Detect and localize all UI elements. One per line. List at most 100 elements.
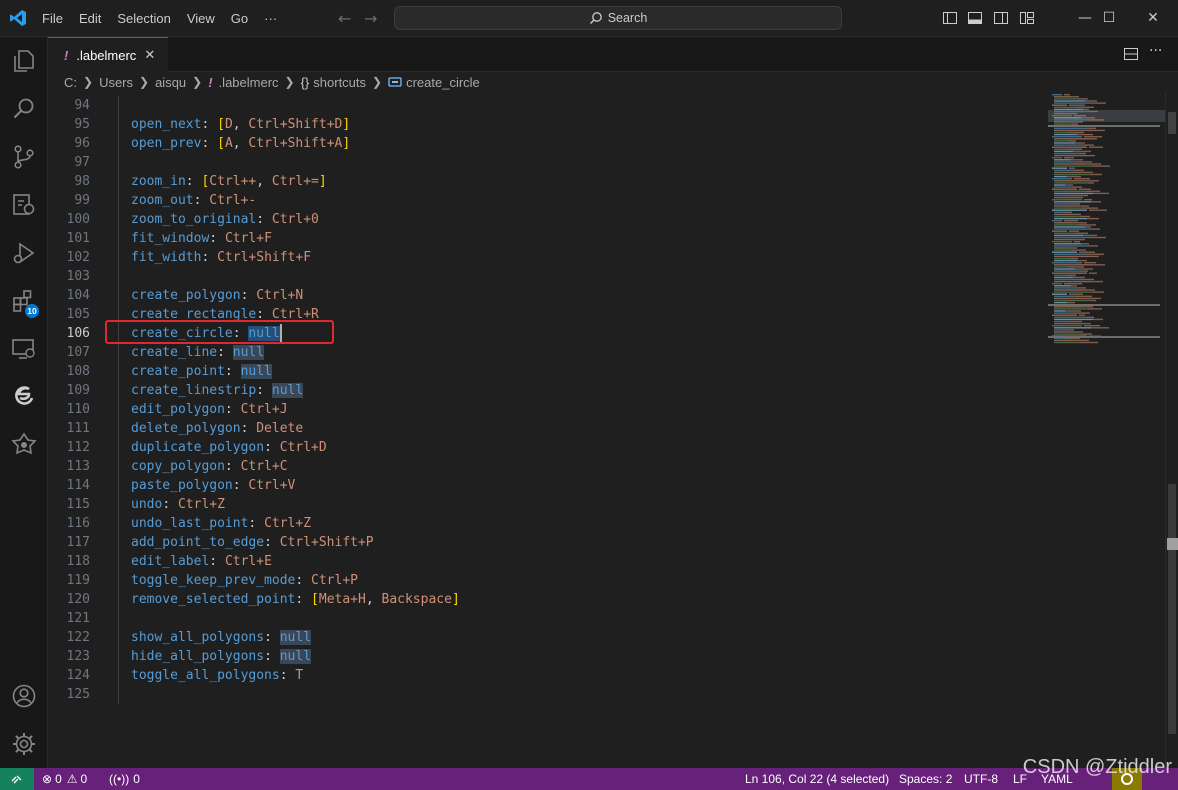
indentation[interactable]: Spaces: 2 <box>899 768 952 790</box>
search-view-button[interactable] <box>0 85 48 133</box>
split-editor-icon[interactable] <box>1123 46 1139 62</box>
encoding[interactable]: UTF-8 <box>964 768 998 790</box>
code-text: remove_selected_point: [Meta+H, Backspac… <box>131 590 460 609</box>
minimap-line <box>1090 173 1102 176</box>
yaml-key: hide_all_polygons <box>131 649 265 664</box>
yaml-key: edit_polygon <box>131 402 225 417</box>
accounts-button[interactable] <box>0 672 48 720</box>
toggle-sidebar-icon[interactable] <box>942 10 958 26</box>
yaml-value: null <box>271 383 304 398</box>
minimap-line <box>1054 238 1067 241</box>
menu-view[interactable]: View <box>179 11 223 26</box>
minimap-line <box>1077 196 1083 199</box>
minimap-line <box>1069 230 1079 232</box>
minimap-line <box>1054 274 1066 276</box>
remote-indicator[interactable] <box>0 768 34 790</box>
extensions-button[interactable]: 10 <box>0 277 48 325</box>
toggle-panel-icon[interactable] <box>967 10 983 26</box>
minimap-line <box>1054 226 1085 228</box>
copilot-button[interactable] <box>0 373 48 421</box>
minimap-line <box>1054 196 1077 199</box>
problems-indicator[interactable]: ⊗ 0 ⚠ 0 <box>42 768 87 790</box>
chevron-right-icon: ❯ <box>192 75 203 89</box>
ports-indicator[interactable]: ((•)) 0 <box>109 768 140 790</box>
minimap-line <box>1082 207 1098 209</box>
code-editor[interactable]: 94 95 open_next: [D, Ctrl+Shift+D] 96 open_p… <box>48 92 1178 768</box>
minimap-line <box>1074 178 1090 180</box>
minimap-selection-marker <box>1048 125 1160 127</box>
tab-close-icon[interactable]: ✕ <box>144 47 155 63</box>
minimap-selection-marker <box>1048 336 1160 338</box>
indent-guide <box>118 134 119 153</box>
tab-labelmerc[interactable]: ! .labelmerc ✕ <box>48 37 168 72</box>
warning-icon: ⚠ <box>66 772 78 786</box>
minimap-line <box>1065 121 1083 123</box>
forward-arrow-icon[interactable]: → <box>364 9 377 28</box>
breadcrumb-drive[interactable]: C: <box>64 75 77 90</box>
toggle-secondary-sidebar-icon[interactable] <box>993 10 1009 26</box>
breadcrumb-aisqu[interactable]: aisqu <box>155 75 186 90</box>
minimap-line <box>1054 215 1080 218</box>
back-arrow-icon[interactable]: ← <box>338 9 351 28</box>
menu-go[interactable]: Go <box>223 11 256 26</box>
vertical-scrollbar[interactable] <box>1165 92 1178 768</box>
menu-file[interactable]: File <box>34 11 71 26</box>
yaml-value: Ctrl+P <box>311 573 358 588</box>
remote-window-button[interactable] <box>0 325 48 373</box>
cursor-position[interactable]: Ln 106, Col 22 (4 selected) <box>745 768 889 790</box>
minimap-line <box>1054 96 1071 98</box>
menu-edit[interactable]: Edit <box>71 11 109 26</box>
code-text: paste_polygon: Ctrl+V <box>131 476 295 495</box>
maximize-button[interactable]: ☐ <box>1086 0 1132 36</box>
settings-button[interactable] <box>0 720 48 768</box>
search-box[interactable]: Search <box>394 6 842 30</box>
chevron-right-icon: ❯ <box>284 75 295 89</box>
breadcrumb-file[interactable]: .labelmerc <box>219 75 279 90</box>
customize-layout-icon[interactable] <box>1019 10 1035 26</box>
colon: : <box>217 345 233 360</box>
line-number: 102 <box>66 250 90 265</box>
minimap-line <box>1054 117 1081 119</box>
run-debug-button[interactable] <box>0 229 48 277</box>
menu-selection[interactable]: Selection <box>109 11 178 26</box>
breadcrumb-users[interactable]: Users <box>99 75 133 90</box>
yaml-value: Ctrl+V <box>248 478 296 493</box>
minimap-line <box>1054 245 1088 247</box>
minimap-line <box>1071 222 1087 224</box>
minimap-line <box>1054 173 1090 176</box>
line-number: 117 <box>66 535 90 550</box>
minimap-line <box>1086 127 1096 129</box>
minimap-line <box>1054 165 1092 167</box>
minimap-line <box>1065 310 1081 312</box>
code-text: create_linestrip: null <box>131 381 304 400</box>
minimap-line <box>1081 180 1099 182</box>
more-actions-icon[interactable]: ··· <box>1149 43 1162 59</box>
yaml-value: Ctrl+F <box>224 231 272 246</box>
scrollbar-thumb[interactable] <box>1168 484 1176 734</box>
colon: : <box>209 554 225 569</box>
line-number: 100 <box>66 212 90 227</box>
minimap-line <box>1072 312 1090 314</box>
breadcrumb-create-circle[interactable]: create_circle <box>406 75 480 90</box>
explorer-button[interactable] <box>0 37 48 85</box>
minimap-line <box>1052 272 1087 274</box>
colon: : <box>193 193 210 208</box>
source-control-button[interactable] <box>0 133 48 181</box>
minimap-line <box>1054 228 1092 230</box>
menu-more[interactable]: ··· <box>256 11 285 26</box>
indent-guide <box>118 609 119 628</box>
colon: : <box>256 383 272 398</box>
minimap[interactable] <box>1048 92 1166 768</box>
line-number: 123 <box>66 649 90 664</box>
minimap-line <box>1054 310 1065 312</box>
indent-guide <box>118 362 119 381</box>
close-window-button[interactable]: ✕ <box>1130 0 1176 36</box>
remote-explorer-button[interactable] <box>0 181 48 229</box>
minimap-line <box>1083 234 1097 237</box>
yaml-key: create_polygon <box>131 288 241 303</box>
code-text: edit_label: Ctrl+E <box>131 552 272 571</box>
minimap-line <box>1054 190 1086 192</box>
extension-view-button[interactable] <box>0 421 48 469</box>
breadcrumb-shortcuts[interactable]: shortcuts <box>313 75 366 90</box>
minimap-line <box>1090 236 1106 239</box>
